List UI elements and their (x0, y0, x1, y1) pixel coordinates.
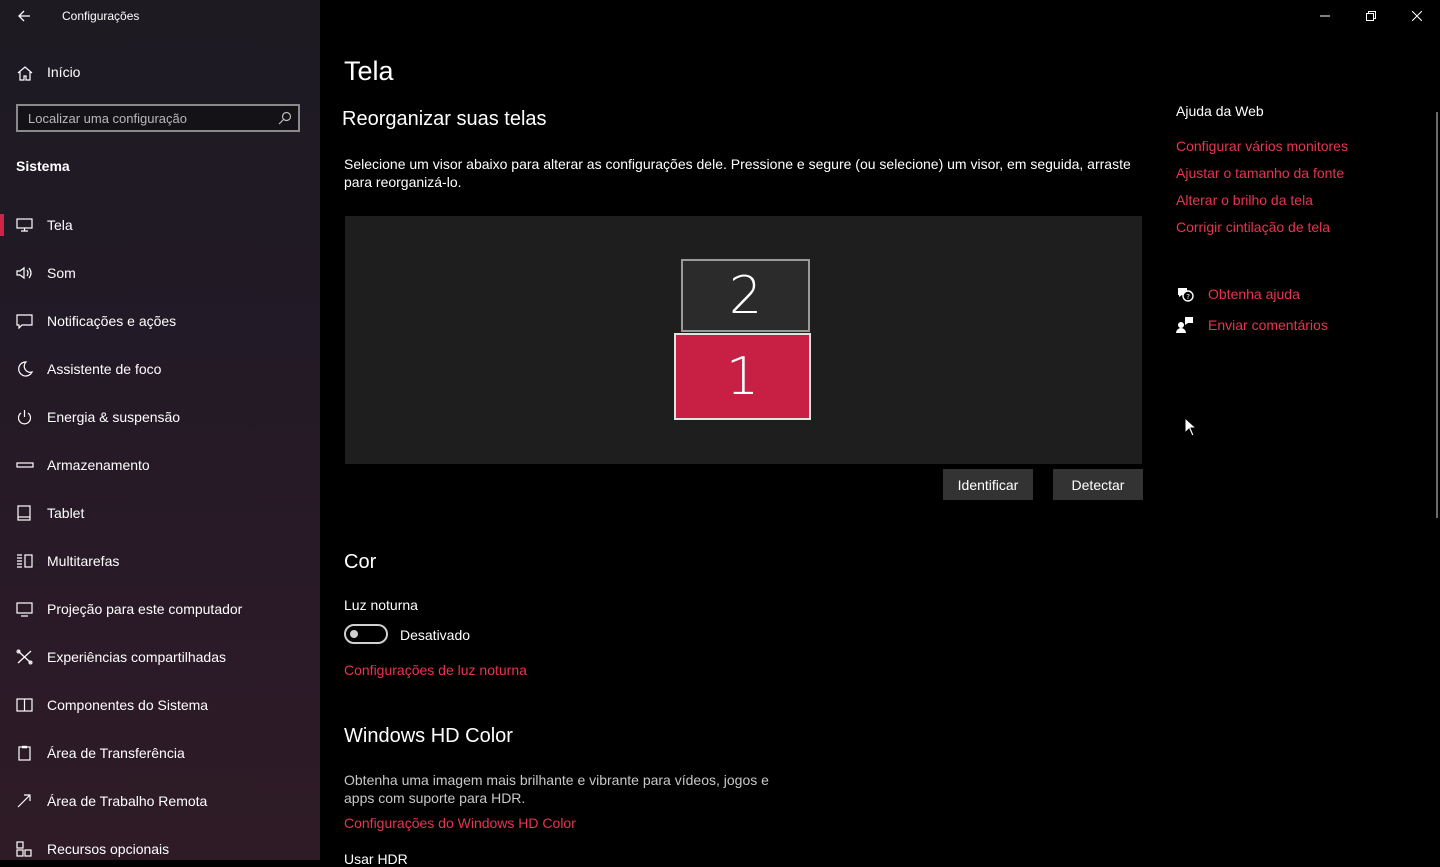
monitor-1[interactable]: 1 (674, 333, 811, 420)
sidebar-item-label: Projeção para este computador (47, 601, 243, 617)
sidebar-item-multitarefas[interactable]: Multitarefas (0, 544, 320, 592)
feedback-icon (1176, 317, 1193, 333)
sidebar-item-experiencias[interactable]: Experiências compartilhadas (0, 640, 320, 688)
remote-icon (17, 794, 31, 808)
main-content: Tela Reorganizar suas telas Selecione um… (320, 0, 1440, 867)
use-hdr-label: Usar HDR (344, 851, 408, 867)
night-light-state: Desativado (400, 627, 471, 643)
sidebar-item-label: Assistente de foco (47, 361, 162, 377)
window-controls (1302, 0, 1440, 32)
clipboard-icon (18, 745, 31, 761)
sidebar-item-label: Armazenamento (47, 457, 150, 473)
rearrange-heading: Reorganizar suas telas (342, 108, 547, 130)
minimize-icon (1320, 15, 1330, 17)
scrollbar[interactable] (1436, 112, 1438, 518)
hdr-settings-link[interactable]: Configurações do Windows HD Color (344, 815, 576, 831)
app-title: Configurações (62, 9, 140, 23)
display-arrangement-area[interactable]: 2 1 (345, 216, 1142, 464)
web-help-title: Ajuda da Web (1176, 103, 1264, 119)
sidebar-item-armazenamento[interactable]: Armazenamento (0, 448, 320, 496)
sidebar: Configurações Início Sistema Tela Som No… (0, 0, 320, 860)
close-icon (1412, 11, 1422, 21)
sidebar-item-som[interactable]: Som (0, 256, 320, 304)
features-icon (16, 841, 32, 857)
sidebar-item-assistente-foco[interactable]: Assistente de foco (0, 352, 320, 400)
sidebar-nav: Tela Som Notificações e ações Assistente… (0, 208, 320, 860)
sidebar-item-label: Experiências compartilhadas (47, 649, 226, 665)
search-box[interactable] (16, 104, 300, 132)
hdr-description: Obtenha uma imagem mais brilhante e vibr… (344, 772, 769, 806)
sidebar-item-label: Recursos opcionais (47, 841, 170, 857)
get-help-action[interactable]: ? Obtenha ajuda (1176, 283, 1300, 305)
sidebar-item-area-trabalho-remota[interactable]: Área de Trabalho Remota (0, 784, 320, 832)
moon-icon (18, 361, 34, 377)
help-chat-icon: ? (1178, 288, 1194, 302)
title-bar: Configurações (0, 0, 320, 34)
send-feedback-link[interactable]: Enviar comentários (1208, 317, 1328, 333)
sidebar-item-label: Área de Transferência (47, 745, 185, 761)
home-icon (17, 66, 33, 81)
night-light-label: Luz noturna (344, 597, 418, 613)
sidebar-item-label: Som (47, 265, 76, 281)
sidebar-item-notificacoes[interactable]: Notificações e ações (0, 304, 320, 352)
sidebar-item-label: Componentes do Sistema (47, 697, 209, 713)
sidebar-item-tablet[interactable]: Tablet (0, 496, 320, 544)
help-link-brightness[interactable]: Alterar o brilho da tela (1176, 192, 1348, 219)
back-button[interactable] (12, 4, 36, 28)
detect-button[interactable]: Detectar (1053, 469, 1143, 500)
sidebar-item-label: Multitarefas (47, 553, 120, 569)
help-link-multiple-monitors[interactable]: Configurar vários monitores (1176, 138, 1348, 165)
restore-icon (1366, 11, 1376, 21)
back-arrow-icon (18, 10, 30, 22)
monitor-icon (16, 218, 33, 232)
sidebar-item-home[interactable]: Início (0, 57, 320, 89)
toggle-knob (350, 630, 358, 638)
notification-icon (16, 314, 33, 329)
projection-icon (16, 602, 33, 617)
help-link-font-size[interactable]: Ajustar o tamanho da fonte (1176, 165, 1348, 192)
close-button[interactable] (1394, 0, 1440, 32)
get-help-link[interactable]: Obtenha ajuda (1208, 286, 1300, 302)
page-title: Tela (344, 56, 394, 86)
rearrange-description: Selecione um visor abaixo para alterar a… (344, 156, 1131, 190)
sidebar-item-area-transferencia[interactable]: Área de Transferência (0, 736, 320, 784)
restore-button[interactable] (1348, 0, 1394, 32)
speaker-icon (16, 266, 32, 280)
search-input[interactable] (18, 106, 278, 130)
night-light-toggle[interactable] (344, 624, 388, 644)
power-icon (17, 410, 32, 425)
sidebar-item-label: Notificações e ações (47, 313, 177, 329)
multitask-icon (17, 554, 33, 568)
mouse-cursor-icon (1184, 417, 1198, 437)
sidebar-item-tela[interactable]: Tela (0, 208, 320, 256)
sidebar-item-label: Tablet (47, 505, 85, 521)
monitor-2[interactable]: 2 (681, 259, 810, 332)
sidebar-item-componentes[interactable]: Componentes do Sistema (0, 688, 320, 736)
hdr-heading: Windows HD Color (344, 725, 513, 747)
shared-icon (16, 649, 33, 665)
sidebar-item-label: Área de Trabalho Remota (47, 793, 208, 809)
svg-text:?: ? (1186, 293, 1190, 301)
sidebar-item-projecao[interactable]: Projeção para este computador (0, 592, 320, 640)
sidebar-item-energia[interactable]: Energia & suspensão (0, 400, 320, 448)
sidebar-item-label: Energia & suspensão (47, 409, 181, 425)
components-icon (16, 698, 33, 712)
help-link-flicker[interactable]: Corrigir cintilação de tela (1176, 219, 1348, 246)
night-light-settings-link[interactable]: Configurações de luz noturna (344, 662, 527, 678)
tablet-icon (17, 505, 31, 521)
web-help-links: Configurar vários monitores Ajustar o ta… (1176, 138, 1348, 246)
section-label: Sistema (16, 158, 70, 174)
sidebar-item-label: Tela (47, 217, 73, 233)
sidebar-item-label: Início (47, 64, 81, 80)
search-icon[interactable] (278, 111, 292, 125)
send-feedback-action[interactable]: Enviar comentários (1176, 314, 1328, 336)
storage-icon (16, 462, 34, 468)
minimize-button[interactable] (1302, 0, 1348, 32)
identify-button[interactable]: Identificar (943, 469, 1033, 500)
color-heading: Cor (344, 551, 377, 573)
sidebar-item-recursos-opcionais[interactable]: Recursos opcionais (0, 832, 320, 860)
